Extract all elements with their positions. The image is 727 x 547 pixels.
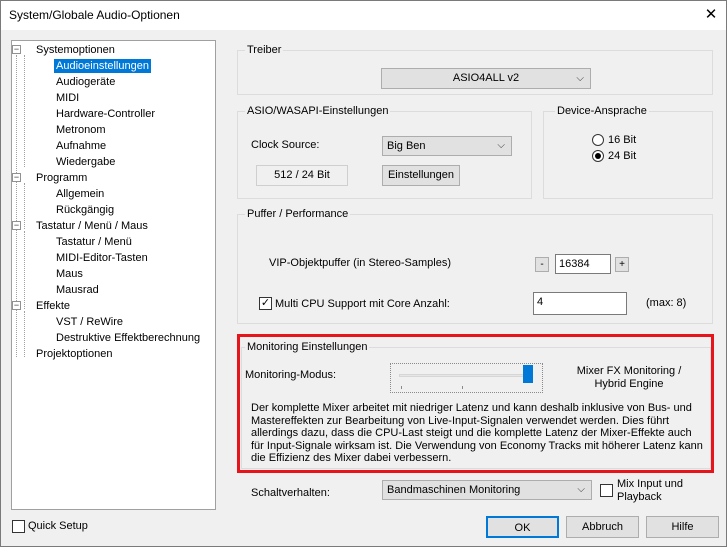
tree-line [24, 311, 25, 357]
collapse-toggle[interactable]: − [12, 301, 21, 310]
chevron-down-icon: ⌵ [497, 140, 505, 151]
title-bar: System/Globale Audio-Optionen ✕ [1, 1, 726, 30]
slider-tick [401, 386, 402, 389]
tree-item-tastatur-menue-maus[interactable]: Tastatur / Menü / Maus [36, 219, 148, 233]
tree-item-rueckgaengig[interactable]: Rückgängig [56, 203, 114, 217]
driver-value: ASIO4ALL v2 [452, 72, 520, 84]
radio-24-bit-label: 24 Bit [608, 150, 637, 162]
einstellungen-button[interactable]: Einstellungen [382, 165, 460, 186]
vip-buffer-input[interactable]: 16384 [555, 254, 611, 274]
dialog-window: System/Globale Audio-Optionen ✕ − System… [0, 0, 727, 547]
help-button[interactable]: Hilfe [646, 516, 719, 538]
mix-input-label-line2: Playback [617, 491, 662, 503]
monitoring-description: Der komplette Mixer arbeitet mit niedrig… [251, 402, 703, 464]
quick-setup-label: Quick Setup [28, 520, 88, 532]
clock-source-label: Clock Source: [251, 139, 320, 151]
tree-item-metronom[interactable]: Metronom [56, 123, 106, 137]
asio-label: ASIO/WASAPI-Einstellungen [245, 105, 391, 118]
vip-increment-button[interactable]: + [615, 257, 629, 272]
radio-dot [595, 153, 601, 159]
tree-item-maus[interactable]: Maus [56, 267, 83, 281]
vip-decrement-button[interactable]: - [535, 257, 549, 272]
max-cores-label: (max: 8) [646, 297, 687, 309]
tree-item-effekte[interactable]: Effekte [36, 299, 70, 313]
tree-item-aufnahme[interactable]: Aufnahme [56, 139, 106, 153]
tree-item-projektoptionen[interactable]: Projektoptionen [36, 347, 112, 361]
clock-source-select[interactable]: Big Ben ⌵ [382, 136, 512, 156]
radio-24-bit[interactable] [592, 150, 604, 162]
slider-thumb[interactable] [523, 365, 533, 383]
clock-source-value: Big Ben [387, 140, 426, 152]
treiber-label: Treiber [245, 44, 284, 57]
collapse-toggle[interactable]: − [12, 221, 21, 230]
vip-buffer-label: VIP-Objektpuffer (in Stereo-Samples) [269, 257, 451, 269]
chevron-down-icon: ⌵ [576, 73, 584, 84]
slider-track [399, 374, 527, 377]
mix-input-checkbox[interactable] [600, 484, 613, 497]
radio-16-bit[interactable] [592, 134, 604, 146]
tree-item-allgemein[interactable]: Allgemein [56, 187, 104, 201]
quick-setup-checkbox[interactable] [12, 520, 25, 533]
device-label: Device-Ansprache [555, 105, 649, 118]
tree-item-vst-rewire[interactable]: VST / ReWire [56, 315, 123, 329]
core-count-input[interactable]: 4 [533, 292, 627, 315]
chevron-down-icon: ⌵ [577, 484, 585, 495]
radio-16-bit-label: 16 Bit [608, 134, 637, 146]
multi-cpu-checkbox[interactable]: ✓ [259, 297, 272, 310]
options-tree[interactable]: − Systemoptionen Audioeinstellungen Audi… [11, 40, 216, 510]
schaltverhalten-label: Schaltverhalten: [251, 487, 330, 499]
buffer-info-display: 512 / 24 Bit [256, 165, 348, 186]
monitoring-mode-value-line2: Hybrid Engine [594, 378, 664, 390]
tree-item-programm[interactable]: Programm [36, 171, 87, 185]
ok-button[interactable]: OK [486, 516, 559, 538]
puffer-label: Puffer / Performance [245, 208, 351, 221]
tree-line [24, 231, 25, 309]
tree-item-systemoptionen[interactable]: Systemoptionen [36, 43, 115, 57]
tree-line [24, 183, 25, 229]
tree-item-wiedergabe[interactable]: Wiedergabe [56, 155, 115, 169]
tree-item-destruktive-effektberechnung[interactable]: Destruktive Effektberechnung [56, 331, 200, 345]
collapse-toggle[interactable]: − [12, 173, 21, 182]
monitoring-mode-label: Monitoring-Modus: [245, 369, 337, 381]
tree-item-hardware-controller[interactable]: Hardware-Controller [56, 107, 155, 121]
tree-line [24, 55, 25, 167]
window-title: System/Globale Audio-Optionen [9, 8, 180, 22]
multi-cpu-label: Multi CPU Support mit Core Anzahl: [275, 298, 450, 310]
tree-item-mausrad[interactable]: Mausrad [56, 283, 99, 297]
monitoring-mode-slider[interactable] [390, 363, 543, 393]
tree-item-tastatur-menue[interactable]: Tastatur / Menü [56, 235, 132, 249]
driver-select[interactable]: ASIO4ALL v2 ⌵ [381, 68, 591, 89]
collapse-toggle[interactable]: − [12, 45, 21, 54]
tree-item-audioeinstellungen[interactable]: Audioeinstellungen [54, 59, 151, 73]
mix-input-label-line1: Mix Input und [617, 478, 684, 490]
close-icon[interactable]: ✕ [702, 6, 720, 24]
tree-line [16, 55, 17, 357]
schaltverhalten-value: Bandmaschinen Monitoring [387, 484, 521, 496]
tree-item-midi[interactable]: MIDI [56, 91, 79, 105]
cancel-button[interactable]: Abbruch [566, 516, 639, 538]
tree-item-midi-editor-tasten[interactable]: MIDI-Editor-Tasten [56, 251, 148, 265]
monitoring-mode-value-line1: Mixer FX Monitoring / [576, 365, 682, 377]
slider-tick [462, 386, 463, 389]
tree-item-audiogeraete[interactable]: Audiogeräte [56, 75, 115, 89]
schaltverhalten-select[interactable]: Bandmaschinen Monitoring ⌵ [382, 480, 592, 500]
